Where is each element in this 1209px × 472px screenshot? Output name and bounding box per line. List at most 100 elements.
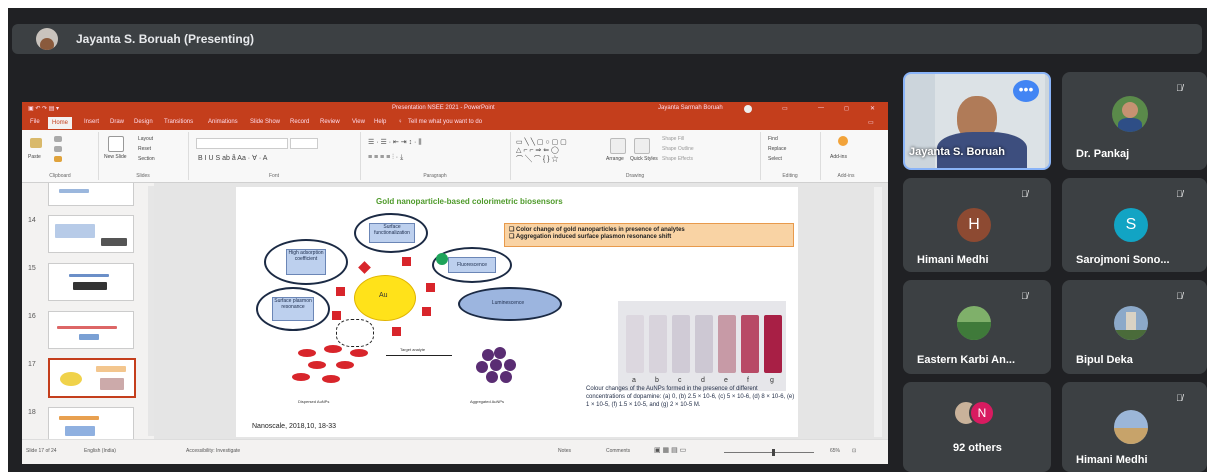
add-ins-icon[interactable]: [838, 136, 848, 146]
thumbnail-graphic: [59, 189, 89, 193]
tab-review[interactable]: Review: [320, 119, 340, 125]
thumbnail-graphic: [73, 282, 107, 290]
arrange-icon[interactable]: [610, 138, 626, 154]
ribbon-display-icon[interactable]: ▭: [782, 105, 788, 112]
comments-button[interactable]: Comments: [606, 448, 630, 454]
aggregated-particle: [494, 347, 506, 359]
new-slide-icon[interactable]: [108, 136, 124, 152]
participant-tile[interactable]: 🎙̸ H Himani Medhi: [903, 178, 1051, 272]
fit-slide-icon[interactable]: ⊡: [852, 448, 856, 454]
add-ins-button[interactable]: Add-ins: [830, 154, 847, 160]
zoom-thumb[interactable]: [772, 449, 775, 456]
quick-styles-button[interactable]: Quick Styles: [630, 156, 658, 162]
tab-draw[interactable]: Draw: [110, 119, 124, 125]
save-icon[interactable]: ▣ ↶ ↷ ▤ ▾: [28, 105, 59, 112]
ribbon: Paste Clipboard New Slide Layout Reset S…: [22, 130, 888, 183]
window-title: Presentation NSEE 2021 - PowerPoint: [392, 105, 495, 111]
accessibility-status[interactable]: Accessibility: Investigate: [186, 448, 240, 454]
comments-icon[interactable]: ▭: [868, 119, 874, 126]
close-icon[interactable]: ✕: [870, 105, 875, 112]
thumbnail-graphic: [59, 416, 99, 420]
dispersed-particle: [298, 349, 316, 357]
tab-transitions[interactable]: Transitions: [164, 119, 193, 125]
tab-insert[interactable]: Insert: [84, 119, 99, 125]
format-painter-icon[interactable]: [54, 156, 62, 162]
quick-styles-icon[interactable]: [634, 138, 650, 154]
layout-button[interactable]: Layout: [138, 136, 153, 142]
slide-thumbnails: 14 15 16 17 18: [22, 183, 154, 445]
tab-design[interactable]: Design: [134, 119, 153, 125]
mic-off-icon: 🎙̸: [1176, 291, 1183, 301]
section-button[interactable]: Section: [138, 156, 155, 162]
cut-icon[interactable]: [54, 136, 62, 142]
participant-tile[interactable]: 🎙̸ Bipul Deka: [1062, 280, 1207, 374]
tab-file[interactable]: File: [30, 119, 40, 125]
tab-view[interactable]: View: [352, 119, 365, 125]
find-button[interactable]: Find: [768, 136, 778, 142]
participant-name: Bipul Deka: [1076, 354, 1133, 366]
participant-tile-active[interactable]: ••• Jayanta S. Boruah: [903, 72, 1051, 170]
presenter-bar[interactable]: Jayanta S. Boruah (Presenting): [12, 24, 1202, 54]
group-add-ins: Add-ins Add-ins: [820, 132, 872, 180]
reset-button[interactable]: Reset: [138, 146, 151, 152]
zoom-slider[interactable]: [724, 452, 814, 453]
language-status[interactable]: English (India): [84, 448, 116, 454]
slide-thumbnail[interactable]: [48, 183, 134, 206]
diagram-ellipse: Surface functionalization: [354, 213, 428, 253]
user-avatar[interactable]: [744, 105, 752, 113]
list-icons[interactable]: ☰ · ☰ · ⇤ ⇥ ↕ · ⫼: [368, 138, 422, 147]
avatar: N: [969, 400, 995, 426]
font-name-field[interactable]: [196, 138, 288, 149]
label-luminescence: Luminescence: [491, 300, 525, 306]
slide-thumbnail[interactable]: [48, 215, 134, 253]
more-options-button[interactable]: •••: [1013, 80, 1039, 102]
shapes-gallery[interactable]: ▭ ╲ ╲ ▢ ○ ▢ ▢ △ ⌐ ⌐ ⇒ ⇐ ◯ ⌒ ╲ ⌒ { } ☆: [516, 138, 567, 164]
tab-animations[interactable]: Animations: [208, 119, 238, 125]
tab-home[interactable]: Home: [48, 117, 73, 129]
participant-name: Himani Medhi: [1076, 454, 1148, 466]
participant-tile[interactable]: 🎙̸ Eastern Karbi An...: [903, 280, 1051, 374]
copy-icon[interactable]: [54, 146, 62, 152]
tab-record[interactable]: Record: [290, 119, 309, 125]
vial-label: e: [724, 377, 728, 384]
maximize-icon[interactable]: ◻: [844, 105, 849, 112]
align-icons[interactable]: ≡ ≡ ≡ ≡ ⫶ · ⤓: [368, 154, 403, 162]
vial-label: d: [701, 377, 705, 384]
group-label: Editing: [782, 173, 798, 179]
shape-effects-button[interactable]: Shape Effects: [662, 156, 693, 162]
tab-slide-show[interactable]: Slide Show: [250, 119, 280, 125]
new-slide-button[interactable]: New Slide: [104, 154, 127, 160]
slide-thumbnail[interactable]: [48, 263, 134, 301]
shape-outline-button[interactable]: Shape Outline: [662, 146, 694, 152]
slide-thumbnail[interactable]: [48, 311, 134, 349]
participant-tile[interactable]: 🎙̸ Dr. Pankaj: [1062, 72, 1207, 170]
slide-canvas[interactable]: Gold nanoparticle-based colorimetric bio…: [236, 187, 798, 437]
participant-tile[interactable]: 🎙̸ S Sarojmoni Sono...: [1062, 178, 1207, 272]
font-size-field[interactable]: [290, 138, 318, 149]
avatar: [1112, 96, 1148, 132]
font-style-icons[interactable]: B I U S ab ǟ Aa · ∀ · A: [198, 154, 267, 162]
select-button[interactable]: Select: [768, 156, 782, 162]
editor-scrollbar[interactable]: [874, 187, 882, 437]
bullet-item: ❑ Color change of gold nanoparticles in …: [509, 227, 685, 233]
vial: [764, 315, 782, 373]
presenter-label: Jayanta S. Boruah (Presenting): [76, 32, 255, 46]
tab-help[interactable]: Help: [374, 119, 386, 125]
slide-thumbnail-selected[interactable]: [48, 358, 136, 398]
participant-tile-others[interactable]: N 92 others: [903, 382, 1051, 472]
shared-screen: ▣ ↶ ↷ ▤ ▾ Presentation NSEE 2021 - Power…: [22, 102, 888, 464]
dispersed-particle: [336, 361, 354, 369]
shape-fill-button[interactable]: Shape Fill: [662, 136, 684, 142]
notes-button[interactable]: Notes: [558, 448, 571, 454]
slide-bullets: ❑ Color change of gold nanoparticles in …: [504, 223, 794, 247]
paste-button[interactable]: Paste: [28, 154, 41, 160]
paste-icon[interactable]: [30, 138, 42, 148]
lightbulb-icon: ♀: [398, 119, 403, 125]
arrange-button[interactable]: Arrange: [606, 156, 624, 162]
replace-button[interactable]: Replace: [768, 146, 786, 152]
tell-me-search[interactable]: Tell me what you want to do: [408, 119, 482, 125]
view-buttons[interactable]: ▣ ▦ ▤ ▭: [654, 446, 686, 454]
group-label: Drawing: [625, 173, 645, 179]
participant-tile[interactable]: 🎙̸ Himani Medhi: [1062, 382, 1207, 472]
minimize-icon[interactable]: —: [818, 105, 824, 111]
